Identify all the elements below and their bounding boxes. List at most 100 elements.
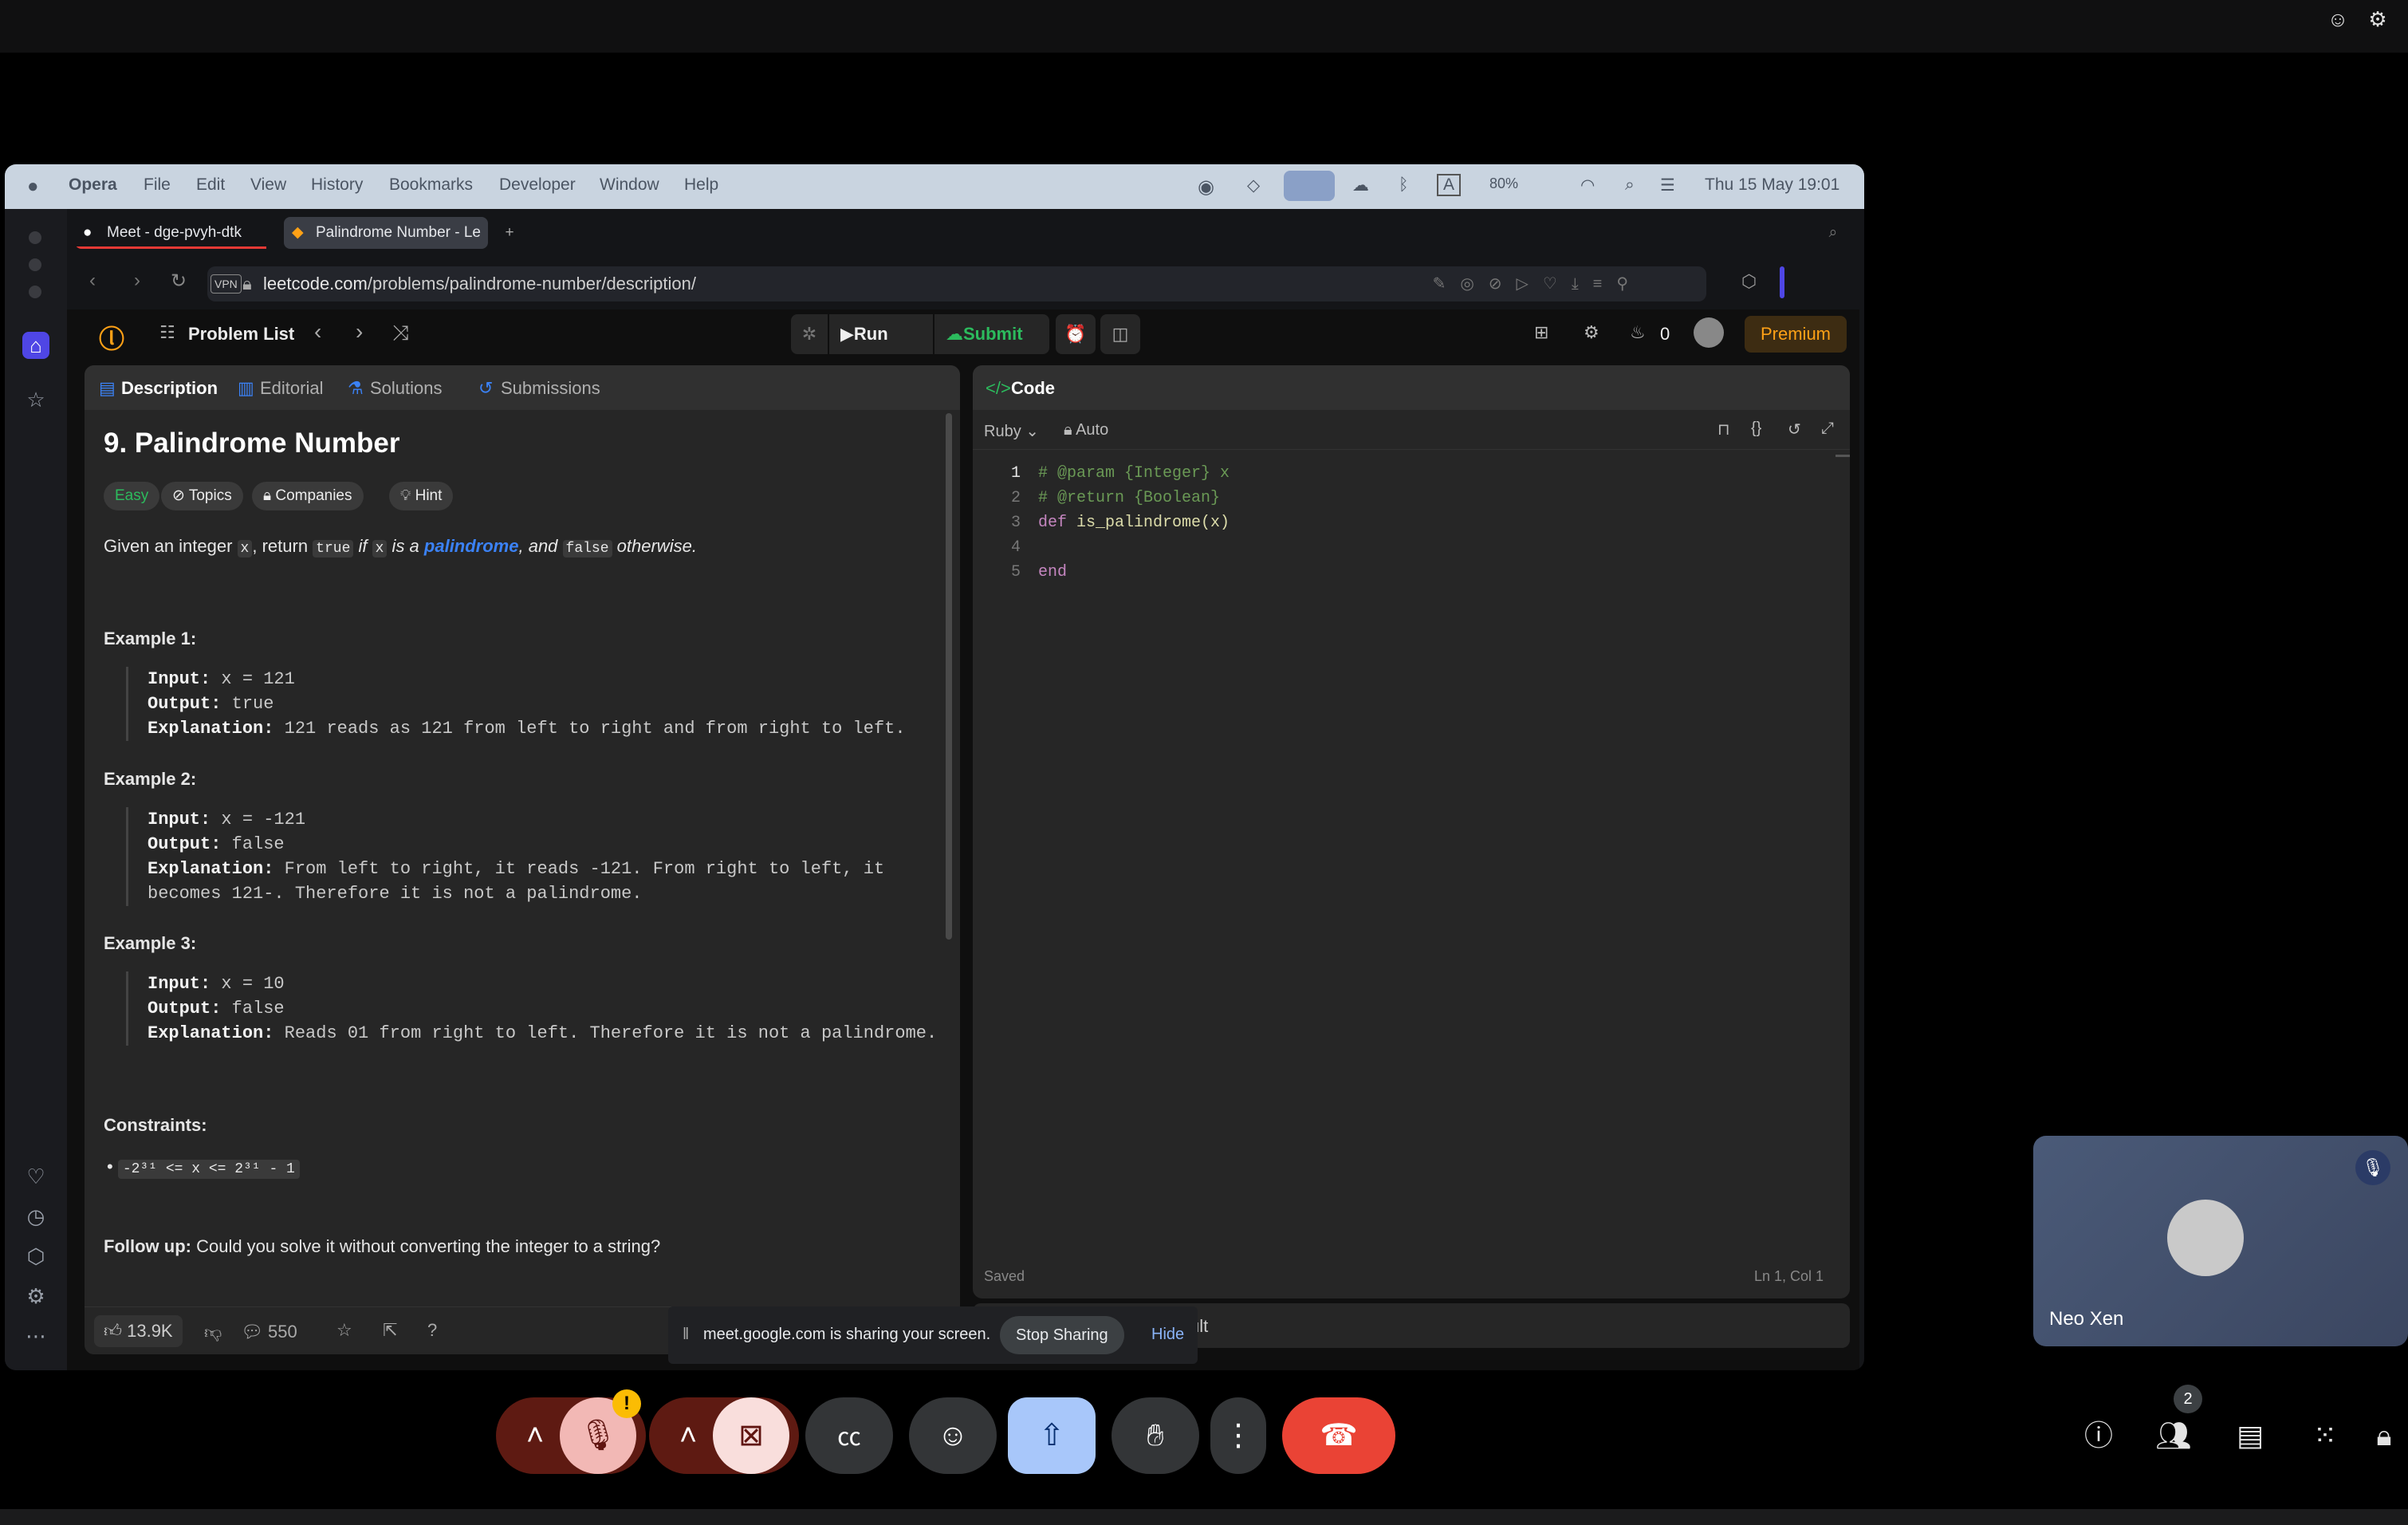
palindrome-link[interactable]: palindrome (424, 536, 519, 556)
camera-toggle-button[interactable]: ⊠ (713, 1397, 789, 1474)
menu-history[interactable]: History (311, 175, 363, 195)
window-zoom-button[interactable] (29, 286, 41, 298)
menu-developer[interactable]: Developer (499, 175, 576, 195)
timer-icon[interactable]: ⏰ (1056, 314, 1096, 354)
dislike-icon[interactable]: 👎︎ (204, 1322, 222, 1343)
people-icon[interactable]: 👥︎ (2150, 1413, 2197, 1458)
menu-view[interactable]: View (250, 175, 286, 195)
difficulty-badge[interactable]: Easy (104, 482, 160, 510)
menu-app-name[interactable]: Opera (69, 175, 117, 195)
wallet-cube-icon[interactable]: ⬡ (1741, 271, 1757, 292)
code-editor[interactable]: 1 2 3 4 5 # @param {Integer} x # @return… (973, 461, 1834, 621)
star-icon[interactable]: ☆ (22, 386, 49, 413)
tab-search-icon[interactable]: ⌕ (1821, 217, 1845, 249)
raise-hand-button[interactable]: ✋︎ (1112, 1397, 1199, 1474)
emoji-button[interactable]: ☺ (909, 1397, 997, 1474)
spotlight-search-icon[interactable]: ⌕ (1625, 175, 1635, 195)
control-center-icon[interactable]: ☰ (1660, 175, 1675, 195)
back-icon[interactable]: ‹ (89, 270, 96, 292)
tab-description[interactable]: Description (121, 378, 218, 399)
like-button[interactable]: 👍︎ 13.9K (94, 1315, 183, 1347)
layout-grid-icon[interactable]: ⊞ (1534, 322, 1548, 343)
tab-editorial[interactable]: Editorial (260, 378, 323, 399)
topics-chip[interactable]: ⊘ Topics (161, 482, 243, 510)
hide-banner-button[interactable]: Hide (1151, 1326, 1184, 1344)
reset-icon[interactable]: ↺ (1788, 420, 1801, 439)
more-icon[interactable]: ⋯ (22, 1322, 49, 1350)
host-controls-icon[interactable]: 🔒︎ (2360, 1413, 2408, 1458)
menu-help[interactable]: Help (684, 175, 718, 195)
extensions-cube-icon[interactable]: ⬡ (22, 1243, 49, 1270)
bookmark-icon[interactable]: ⊓ (1717, 420, 1730, 439)
submit-button[interactable]: ☁ Submit (934, 314, 1049, 354)
menu-edit[interactable]: Edit (196, 175, 225, 195)
opera-sidebar: ⌂ ☆ ♡ ◷ ⬡ ⚙ ⋯ (5, 209, 67, 1370)
address-bar-actions[interactable]: ✎◎⊘▷♡⤓≡⚲ (1433, 266, 1643, 301)
tab-leetcode[interactable]: ◆ Palindrome Number - Le (284, 217, 488, 249)
submissions-icon: ↺ (478, 378, 494, 398)
lc-settings-icon[interactable]: ⚙ (1584, 322, 1599, 343)
problem-list-link[interactable]: Problem List (188, 324, 294, 345)
wifi-icon[interactable]: ◠ (1580, 175, 1595, 195)
premium-button[interactable]: Premium (1745, 316, 1847, 353)
status-diamond-icon[interactable]: ◇ (1247, 175, 1260, 195)
menu-window[interactable]: Window (600, 175, 659, 195)
participant-tile[interactable]: 🎙︎ Neo Xen (2033, 1136, 2408, 1346)
settings-icon[interactable]: ⚙ (22, 1283, 49, 1310)
language-select[interactable]: Ruby ⌄ (984, 421, 1039, 441)
screen-share-status-icon[interactable] (1284, 171, 1335, 201)
tab-solutions[interactable]: Solutions (370, 378, 443, 399)
notes-icon[interactable]: ◫ (1100, 314, 1140, 354)
window-minimize-button[interactable] (29, 258, 41, 271)
auto-toggle[interactable]: 🔒︎ Auto (1064, 421, 1108, 439)
leave-call-button[interactable]: ☎ (1282, 1397, 1395, 1474)
tab-meet[interactable]: ● Meet - dge-pvyh-dtk (75, 217, 274, 249)
menu-bookmarks[interactable]: Bookmarks (389, 175, 473, 195)
more-options-button[interactable]: ⋮ (1210, 1397, 1266, 1474)
description-scrollbar[interactable] (946, 413, 952, 940)
chat-icon[interactable]: ▤ (2226, 1413, 2274, 1458)
prev-problem-icon[interactable]: ‹ (314, 319, 321, 345)
new-tab-button[interactable]: + (498, 217, 521, 249)
sidebar-toggle[interactable] (1780, 266, 1784, 298)
captions-button[interactable]: ㏄ (805, 1397, 893, 1474)
meeting-info-icon[interactable]: ⓘ (2075, 1413, 2123, 1458)
run-button[interactable]: ▶ Run (829, 314, 933, 354)
drag-handle-icon[interactable]: ‖ (683, 1326, 689, 1344)
tab-submissions[interactable]: Submissions (501, 378, 600, 399)
favorite-star-icon[interactable]: ☆ (336, 1320, 352, 1341)
activities-grid-icon[interactable]: ⁙ (2301, 1413, 2349, 1458)
format-braces-icon[interactable]: {} (1751, 420, 1761, 438)
input-source-icon[interactable]: A (1437, 174, 1462, 196)
apple-icon[interactable]: ● (27, 175, 39, 198)
status-record-icon[interactable]: ◉ (1198, 175, 1214, 199)
hint-chip[interactable]: 💡︎ Hint (389, 482, 454, 510)
history-clock-icon[interactable]: ◷ (22, 1203, 49, 1230)
menu-file[interactable]: File (144, 175, 171, 195)
heart-icon[interactable]: ♡ (22, 1163, 49, 1190)
url-field[interactable]: VPN 🔒︎ leetcode.com/problems/palindrome-… (207, 266, 1706, 301)
emoji-reaction-icon[interactable]: ☺ (2327, 8, 2349, 30)
tab-meet-label: Meet - dge-pvyh-dtk (107, 224, 242, 241)
comments-button[interactable]: 💬︎ 550 (241, 1322, 297, 1342)
shuffle-icon[interactable]: ⤨ (392, 321, 409, 346)
bluetooth-icon[interactable]: ᛒ (1399, 175, 1409, 195)
window-close-button[interactable] (29, 231, 41, 244)
stop-sharing-button[interactable]: Stop Sharing (1000, 1316, 1124, 1354)
debug-icon[interactable]: ✲ (791, 314, 828, 354)
reload-icon[interactable]: ↻ (171, 270, 187, 293)
help-icon[interactable]: ? (427, 1320, 437, 1341)
vpn-badge[interactable]: VPN (211, 274, 242, 294)
companies-chip[interactable]: 🔒︎ Companies (252, 482, 364, 510)
status-cloud-icon[interactable]: ☁ (1352, 175, 1369, 195)
forward-icon[interactable]: › (134, 270, 140, 292)
present-button[interactable]: ⇧ (1008, 1397, 1096, 1474)
fullscreen-icon[interactable]: ⤢ (1821, 420, 1834, 438)
leetcode-logo-icon[interactable]: ⓛ (99, 319, 124, 356)
share-icon[interactable]: ⇱ (383, 1320, 397, 1341)
streak-flame-icon[interactable]: ♨ (1630, 322, 1646, 343)
settings-gear-icon[interactable]: ⚙ (2367, 8, 2389, 30)
home-icon[interactable]: ⌂ (22, 332, 49, 359)
next-problem-icon[interactable]: › (356, 319, 363, 345)
avatar[interactable] (1694, 317, 1724, 348)
